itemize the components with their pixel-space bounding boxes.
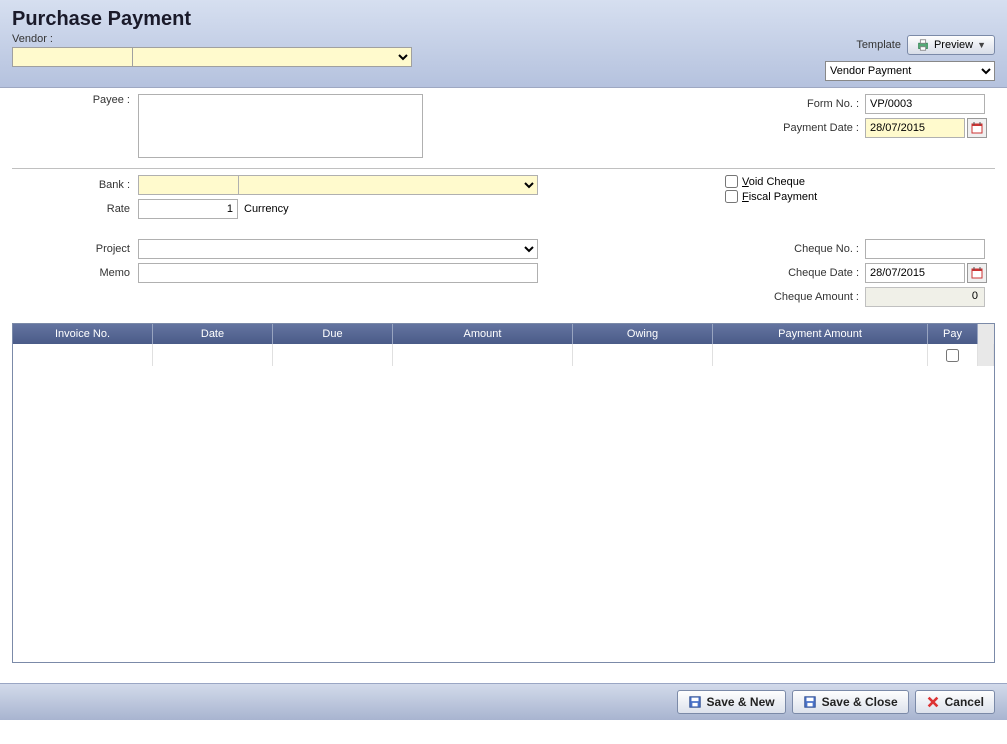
chequeno-input[interactable] (865, 239, 985, 259)
bank-label: Bank : (12, 179, 138, 191)
template-label: Template (856, 39, 901, 51)
cell-payment-amount[interactable] (713, 344, 928, 366)
form-area: Payee : Form No. : Payment Date : (0, 88, 1007, 319)
save-new-button[interactable]: Save & New (677, 690, 786, 714)
col-amount[interactable]: Amount (393, 324, 573, 344)
scrollbar[interactable] (978, 344, 994, 366)
col-due[interactable]: Due (273, 324, 393, 344)
chequeamt-label: Cheque Amount : (695, 291, 865, 303)
bank-name-select[interactable] (238, 175, 538, 195)
memo-label: Memo (12, 267, 138, 279)
cell-amount[interactable] (393, 344, 573, 366)
scrollbar-gutter (978, 324, 994, 344)
vendor-code-input[interactable] (12, 47, 132, 67)
save-close-button[interactable]: Save & Close (792, 690, 909, 714)
void-cheque-label: Void Cheque (742, 176, 805, 188)
rate-input[interactable] (138, 199, 238, 219)
chequedate-input[interactable] (865, 263, 965, 283)
cell-owing[interactable] (573, 344, 713, 366)
preview-button-label: Preview (934, 39, 973, 51)
divider (12, 168, 995, 169)
cancel-label: Cancel (945, 695, 984, 709)
page-title: Purchase Payment (12, 8, 995, 31)
fiscal-payment-checkbox[interactable] (725, 190, 738, 203)
grid-header: Invoice No. Date Due Amount Owing Paymen… (13, 324, 994, 344)
pay-checkbox[interactable] (946, 349, 959, 362)
formno-label: Form No. : (695, 98, 865, 110)
vendor-label: Vendor : (12, 33, 825, 45)
cell-invoice[interactable] (13, 344, 153, 366)
calendar-icon (971, 122, 983, 134)
formno-input[interactable] (865, 94, 985, 114)
paymentdate-input[interactable] (865, 118, 965, 138)
header-bar: Purchase Payment Vendor : Template Previ… (0, 0, 1007, 88)
currency-label: Currency (238, 203, 289, 215)
table-row[interactable] (13, 344, 994, 366)
invoice-grid: Invoice No. Date Due Amount Owing Paymen… (12, 323, 995, 663)
template-select[interactable]: Vendor Payment (825, 61, 995, 81)
payee-input[interactable] (138, 94, 423, 158)
col-date[interactable]: Date (153, 324, 273, 344)
preview-button[interactable]: Preview ▼ (907, 35, 995, 55)
chequeno-label: Cheque No. : (695, 243, 865, 255)
save-icon (803, 695, 817, 709)
project-select[interactable] (138, 239, 538, 259)
print-icon (916, 38, 930, 52)
paymentdate-label: Payment Date : (695, 122, 865, 134)
payee-label: Payee : (12, 94, 138, 106)
chequedate-label: Cheque Date : (695, 267, 865, 279)
save-new-label: Save & New (707, 695, 775, 709)
rate-label: Rate (12, 203, 138, 215)
cell-date[interactable] (153, 344, 273, 366)
chequedate-calendar-button[interactable] (967, 263, 987, 283)
footer-bar: Save & New Save & Close Cancel (0, 683, 1007, 720)
cancel-button[interactable]: Cancel (915, 690, 995, 714)
vendor-name-select[interactable] (132, 47, 412, 67)
chequeamt-value: 0 (865, 287, 985, 307)
void-cheque-checkbox[interactable] (725, 175, 738, 188)
save-close-label: Save & Close (822, 695, 898, 709)
cell-pay[interactable] (928, 344, 978, 366)
col-invoice[interactable]: Invoice No. (13, 324, 153, 344)
calendar-icon (971, 267, 983, 279)
col-owing[interactable]: Owing (573, 324, 713, 344)
bank-code-input[interactable] (138, 175, 238, 195)
memo-input[interactable] (138, 263, 538, 283)
cell-due[interactable] (273, 344, 393, 366)
paymentdate-calendar-button[interactable] (967, 118, 987, 138)
save-icon (688, 695, 702, 709)
project-label: Project (12, 243, 138, 255)
dropdown-arrow-icon: ▼ (977, 40, 986, 50)
col-payment-amount[interactable]: Payment Amount (713, 324, 928, 344)
fiscal-payment-label: Fiscal Payment (742, 191, 817, 203)
col-pay[interactable]: Pay (928, 324, 978, 344)
cancel-icon (926, 695, 940, 709)
